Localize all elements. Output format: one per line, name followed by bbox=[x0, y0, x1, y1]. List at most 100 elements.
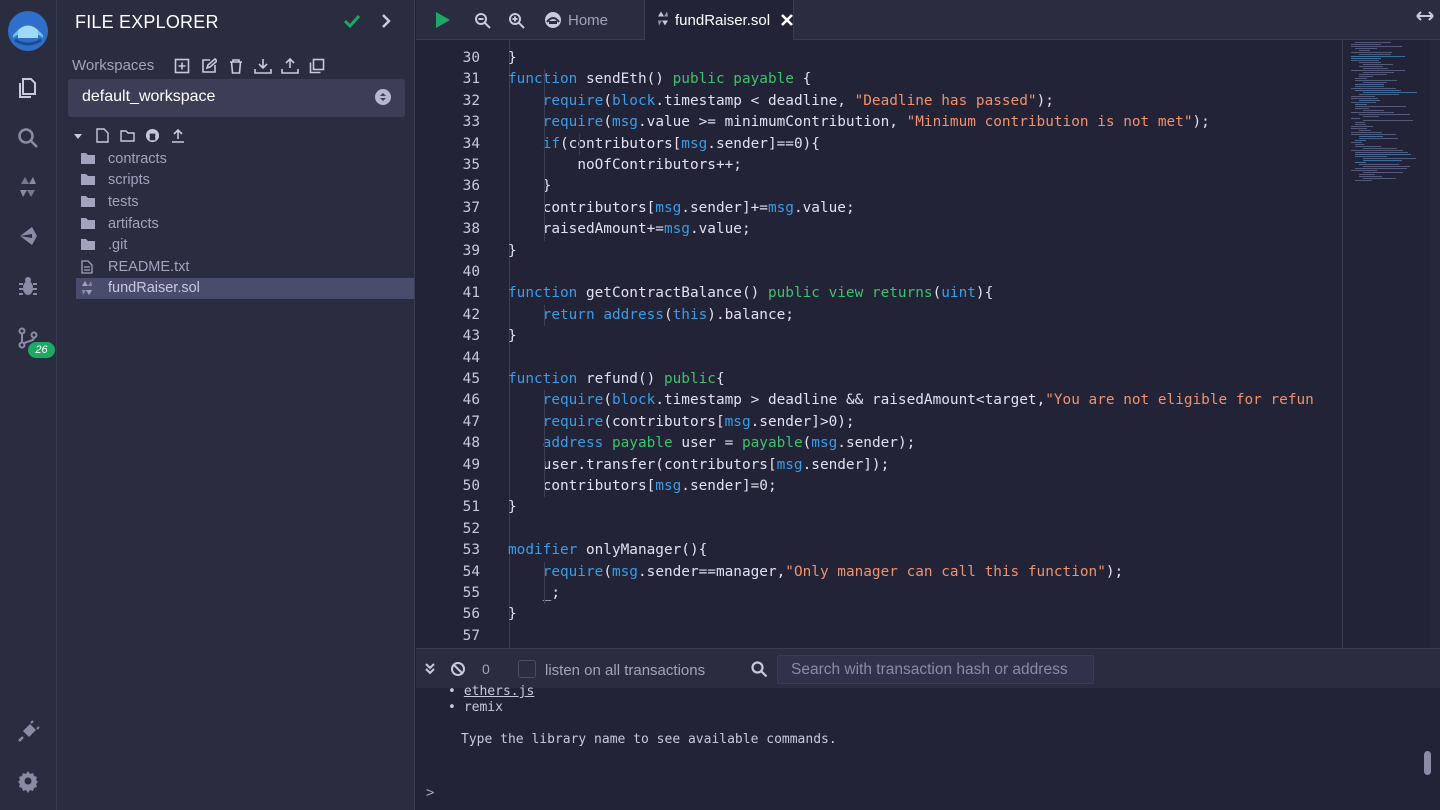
chevron-right-icon[interactable] bbox=[375, 10, 397, 32]
download-workspace-icon[interactable] bbox=[253, 56, 272, 75]
listen-checkbox[interactable] bbox=[518, 660, 536, 678]
remix-home-icon bbox=[544, 11, 562, 29]
code-line[interactable]: 31 function sendEth() public payable { bbox=[416, 69, 1342, 90]
code-line[interactable]: 47 require(contributors[msg.sender]>0); bbox=[416, 412, 1342, 433]
code-line[interactable]: 53 modifier onlyManager(){ bbox=[416, 540, 1342, 561]
code-line[interactable]: 45 function refund() public{ bbox=[416, 369, 1342, 390]
tx-search-input[interactable] bbox=[777, 655, 1094, 684]
code-line[interactable]: 54 require(msg.sender==manager,"Only man… bbox=[416, 562, 1342, 583]
github-icon[interactable] bbox=[145, 128, 160, 143]
list-item[interactable]: ethers.js bbox=[448, 684, 534, 700]
minimap-line bbox=[1355, 84, 1384, 85]
new-folder-icon[interactable] bbox=[120, 128, 135, 143]
clear-console-icon[interactable] bbox=[449, 660, 467, 678]
minimap-line bbox=[1359, 176, 1382, 177]
code-line[interactable]: 49 user.transfer(contributors[msg.sender… bbox=[416, 455, 1342, 476]
new-file-icon[interactable] bbox=[95, 128, 110, 143]
terminal-prompt[interactable]: > bbox=[426, 785, 434, 801]
minimap-line bbox=[1359, 74, 1387, 75]
code-minimap[interactable] bbox=[1342, 40, 1430, 648]
collapse-terminal-icon[interactable] bbox=[421, 660, 439, 678]
line-number: 35 bbox=[462, 157, 480, 173]
check-icon[interactable] bbox=[341, 10, 363, 32]
tree-file-readme[interactable]: README.txt bbox=[76, 256, 414, 278]
zoom-out-icon[interactable] bbox=[471, 9, 493, 31]
code-line[interactable]: 52 bbox=[416, 519, 1342, 540]
line-number: 30 bbox=[462, 50, 480, 66]
code-line[interactable]: 32 require(block.timestamp < deadline, "… bbox=[416, 91, 1342, 112]
code-line[interactable]: 34 if(contributors[msg.sender]==0){ bbox=[416, 134, 1342, 155]
tree-file-fundraiser[interactable]: fundRaiser.sol bbox=[76, 277, 414, 300]
tab-fundraiser[interactable]: fundRaiser.sol bbox=[644, 0, 794, 40]
rename-workspace-icon[interactable] bbox=[199, 56, 218, 75]
file-explorer-icon[interactable] bbox=[12, 72, 44, 104]
minimap-line bbox=[1363, 116, 1379, 117]
minimap-line bbox=[1351, 46, 1402, 47]
tree-folder-tests[interactable]: tests bbox=[76, 191, 414, 213]
create-workspace-icon[interactable] bbox=[172, 56, 191, 75]
zoom-in-icon[interactable] bbox=[505, 9, 527, 31]
code-line[interactable]: 40 bbox=[416, 262, 1342, 283]
code-line[interactable]: 42 return address(this).balance; bbox=[416, 305, 1342, 326]
code-line[interactable]: 33 require(msg.value >= minimumContribut… bbox=[416, 112, 1342, 133]
close-tab-icon[interactable] bbox=[780, 13, 794, 27]
code-line[interactable]: 41 function getContractBalance() public v… bbox=[416, 283, 1342, 304]
tree-folder-git[interactable]: .git bbox=[76, 234, 414, 256]
line-number: 40 bbox=[462, 264, 480, 280]
code-text: function getContractBalance() public vie… bbox=[508, 285, 994, 302]
code-line[interactable]: 37 contributors[msg.sender]+=msg.value; bbox=[416, 198, 1342, 219]
minimap-line bbox=[1355, 152, 1408, 153]
editor-scrollbar[interactable] bbox=[1430, 40, 1440, 648]
line-number: 50 bbox=[462, 478, 480, 494]
terminal-message: Type the library name to see available c… bbox=[461, 732, 837, 747]
code-line[interactable]: 51} bbox=[416, 497, 1342, 518]
upload-file-icon[interactable] bbox=[170, 128, 185, 143]
search-icon[interactable] bbox=[12, 122, 44, 154]
folder-icon bbox=[81, 217, 95, 231]
tree-item-label: artifacts bbox=[108, 215, 159, 232]
code-line[interactable]: 38 raisedAmount+=msg.value; bbox=[416, 219, 1342, 240]
code-line[interactable]: 35 noOfContributors++; bbox=[416, 155, 1342, 176]
bug-icon[interactable] bbox=[12, 270, 44, 302]
ethereum-icon[interactable] bbox=[12, 220, 44, 252]
minimap-line bbox=[1363, 120, 1413, 121]
run-play-icon[interactable] bbox=[431, 9, 453, 31]
minimap-line bbox=[1359, 114, 1410, 115]
minimap-line bbox=[1351, 112, 1394, 113]
plug-icon[interactable] bbox=[12, 716, 44, 748]
gear-icon[interactable] bbox=[12, 765, 44, 797]
file-tree: contracts scripts tests artifacts .git R… bbox=[76, 148, 414, 300]
solidity-icon[interactable] bbox=[12, 171, 44, 203]
tree-folder-scripts[interactable]: scripts bbox=[76, 170, 414, 192]
minimap-line bbox=[1351, 98, 1378, 99]
clone-workspace-icon[interactable] bbox=[307, 56, 326, 75]
terminal-output[interactable]: ethers.js remix Type the library name to… bbox=[416, 684, 1440, 810]
delete-workspace-icon[interactable] bbox=[226, 56, 245, 75]
code-line[interactable]: 44 bbox=[416, 348, 1342, 369]
code-line[interactable]: 43} bbox=[416, 326, 1342, 347]
code-line[interactable]: 36 } bbox=[416, 176, 1342, 197]
code-text: function sendEth() public payable { bbox=[508, 71, 812, 88]
code-line[interactable]: 57 bbox=[416, 626, 1342, 647]
code-line[interactable]: 46 require(block.timestamp > deadline &&… bbox=[416, 390, 1342, 411]
line-number: 46 bbox=[462, 392, 480, 409]
code-editor[interactable]: 30} 31 function sendEth() public payable {… bbox=[416, 40, 1342, 648]
workspace-select[interactable]: default_workspace bbox=[68, 79, 405, 117]
code-line[interactable]: 39} bbox=[416, 241, 1342, 262]
minimap-line bbox=[1351, 132, 1382, 133]
code-line[interactable]: 30} bbox=[416, 48, 1342, 69]
upload-workspace-icon[interactable] bbox=[280, 56, 299, 75]
code-line[interactable]: 48 address payable user = payable(msg.se… bbox=[416, 433, 1342, 454]
tree-folder-contracts[interactable]: contracts bbox=[76, 148, 414, 170]
code-line[interactable]: 55 _; bbox=[416, 583, 1342, 604]
tree-folder-artifacts[interactable]: artifacts bbox=[76, 213, 414, 235]
remix-logo-icon[interactable] bbox=[5, 8, 51, 54]
code-line[interactable]: 56} bbox=[416, 604, 1342, 625]
minimap-line bbox=[1363, 110, 1384, 111]
line-number: 36 bbox=[462, 178, 480, 195]
caret-down-icon[interactable] bbox=[70, 128, 85, 143]
tab-home[interactable]: Home bbox=[544, 0, 608, 40]
terminal-scrollbar-thumb[interactable] bbox=[1424, 751, 1431, 775]
code-line[interactable]: 50 contributors[msg.sender]=0; bbox=[416, 476, 1342, 497]
expand-horizontal-icon[interactable] bbox=[1416, 9, 1434, 23]
